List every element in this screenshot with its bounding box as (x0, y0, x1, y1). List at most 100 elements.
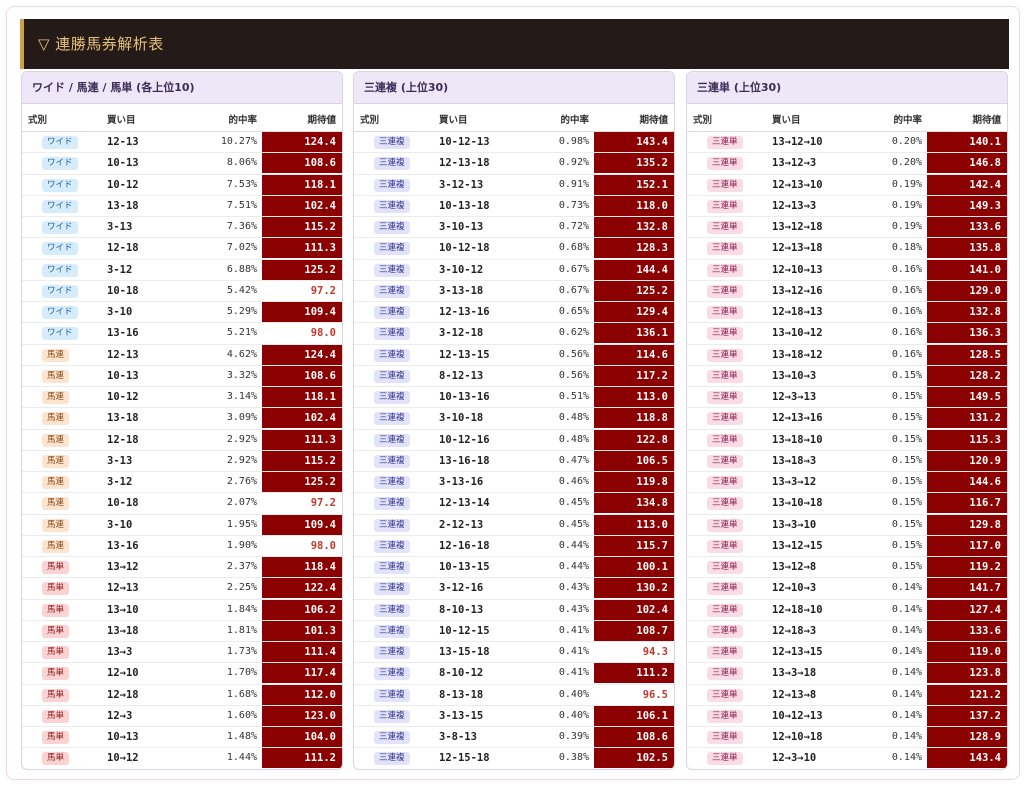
col-ev-header: 期待値 (307, 115, 336, 126)
hit-rate: 0.19% (891, 178, 922, 190)
hit-rate: 0.41% (558, 646, 589, 657)
table-row: 三連単 13→3→12 0.15% 144.6 (687, 472, 1007, 494)
col-type-header: 式別 (693, 115, 713, 126)
expected-value: 117.2 (594, 365, 674, 386)
hit-rate: 0.14% (891, 688, 922, 700)
bet-type-badge: 三連単 (707, 752, 743, 766)
expected-value: 124.4 (262, 132, 342, 152)
hit-rate: 0.73% (558, 199, 589, 211)
bet-type-badge: ワイド (42, 178, 78, 192)
bet-type-badge: ワイド (42, 284, 78, 298)
table-row: 馬単 13→12 2.37% 118.4 (22, 557, 342, 579)
expected-value: 137.2 (927, 705, 1007, 726)
bet-type-badge: 三連単 (707, 561, 743, 574)
table-row: 三連単 13→18→3 0.15% 120.9 (687, 450, 1007, 472)
bet-type-badge: ワイド (42, 306, 78, 319)
hit-rate: 7.51% (226, 199, 257, 211)
bet-type-badge: ワイド (42, 242, 78, 256)
bet-combination: 12-16-18 (439, 539, 490, 552)
hit-rate: 2.76% (226, 476, 257, 487)
expected-value: 141.7 (927, 578, 1007, 599)
bet-type-badge: ワイド (42, 263, 78, 277)
bet-combination: 13→18→3 (772, 454, 817, 467)
table-row: 三連複 8-12-13 0.56% 117.2 (354, 365, 674, 387)
bet-type-badge: 馬単 (42, 582, 70, 596)
hit-rate: 0.14% (891, 752, 922, 764)
bet-type-badge: 馬連 (42, 369, 70, 383)
table-row: 馬単 10→12 1.44% 111.2 (22, 748, 342, 769)
table-row: 馬連 12-18 2.92% 111.3 (22, 429, 342, 451)
expected-value: 123.0 (262, 705, 342, 726)
hit-rate: 1.73% (226, 646, 257, 657)
hit-rate: 0.14% (891, 731, 922, 742)
table-row: 三連複 3-10-12 0.67% 144.4 (354, 259, 674, 281)
bet-combination: 10→12→13 (772, 709, 823, 722)
expected-value: 102.5 (594, 748, 674, 769)
bet-combination: 3-13-18 (439, 284, 484, 297)
table-header: 式別 買い目 的中率 期待値 (354, 104, 674, 132)
bet-type-badge: 三連単 (707, 539, 743, 553)
expected-value: 115.3 (927, 429, 1007, 450)
hit-rate: 0.15% (891, 561, 922, 572)
expected-value: 109.4 (262, 302, 342, 322)
table-row: 三連複 10-13-16 0.51% 113.0 (354, 387, 674, 409)
table-row: 三連単 13→10→3 0.15% 128.2 (687, 365, 1007, 387)
hit-rate: 0.98% (558, 136, 589, 147)
hit-rate: 0.45% (558, 518, 589, 530)
table-row: 三連複 12-13-18 0.92% 135.2 (354, 153, 674, 175)
expected-value: 108.7 (594, 620, 674, 641)
expected-value: 98.0 (262, 323, 342, 344)
bet-combination: 12→10→3 (772, 582, 817, 595)
bet-type-badge: 三連単 (707, 391, 743, 404)
bet-combination: 3-13-15 (439, 709, 484, 722)
bet-type-badge: 三連複 (374, 646, 410, 659)
expected-value: 111.3 (262, 429, 342, 450)
col-combo-header: 買い目 (772, 115, 801, 126)
hit-rate: 1.70% (226, 667, 257, 679)
table-row: 三連複 12-13-14 0.45% 134.8 (354, 493, 674, 515)
bet-combination: 3-13 (107, 454, 133, 467)
hit-rate: 7.36% (226, 221, 257, 232)
hit-rate: 0.62% (558, 327, 589, 339)
bet-combination: 13→3→10 (772, 518, 817, 531)
bet-type-badge: 三連単 (707, 348, 743, 362)
expected-value: 125.2 (594, 280, 674, 301)
col-rate-header: 的中率 (560, 115, 589, 126)
expected-value: 106.2 (262, 599, 342, 620)
bet-table-panel: 三連単 (上位30) 式別 買い目 的中率 期待値 三連単 13→12→10 0.20% 140… (686, 71, 1008, 770)
bet-type-badge: 馬連 (42, 518, 70, 532)
bet-type-badge: 三連単 (707, 178, 743, 192)
bet-combination: 12→10→13 (772, 263, 823, 276)
expected-value: 115.2 (262, 217, 342, 237)
expected-value: 129.0 (927, 280, 1007, 301)
expected-value: 131.2 (927, 408, 1007, 429)
table-row: 三連複 3-10-18 0.48% 118.8 (354, 408, 674, 430)
hit-rate: 0.15% (891, 412, 922, 424)
bet-type-badge: ワイド (42, 199, 78, 213)
hit-rate: 3.32% (226, 369, 257, 381)
expected-value: 97.2 (262, 280, 342, 301)
col-rate-header: 的中率 (893, 115, 922, 126)
bet-combination: 3-10-12 (439, 263, 484, 276)
hit-rate: 0.51% (558, 391, 589, 402)
hit-rate: 0.40% (558, 709, 589, 721)
bet-combination: 3-8-13 (439, 731, 477, 743)
expected-value: 122.8 (594, 429, 674, 450)
expected-value: 122.4 (262, 578, 342, 599)
bet-type-badge: 馬単 (42, 709, 70, 723)
bet-combination: 13→12→15 (772, 539, 823, 552)
bet-combination: 13→12→18 (772, 221, 823, 233)
table-row: 三連単 12→18→3 0.14% 133.6 (687, 620, 1007, 642)
table-row: 三連単 13→12→16 0.16% 129.0 (687, 280, 1007, 302)
bet-type-badge: 三連複 (374, 348, 410, 362)
table-row: 馬単 13→3 1.73% 111.4 (22, 642, 342, 664)
hit-rate: 0.46% (558, 476, 589, 487)
bet-type-badge: 三連複 (374, 199, 410, 213)
bet-combination: 12→13→3 (772, 199, 817, 212)
table-row: ワイド 10-18 5.42% 97.2 (22, 280, 342, 302)
bet-type-badge: 三連単 (707, 667, 743, 681)
bet-type-badge: 三連単 (707, 582, 743, 596)
table-row: 三連複 3-8-13 0.39% 108.6 (354, 727, 674, 749)
hit-rate: 0.39% (558, 731, 589, 742)
bet-type-badge: 三連複 (374, 391, 410, 404)
